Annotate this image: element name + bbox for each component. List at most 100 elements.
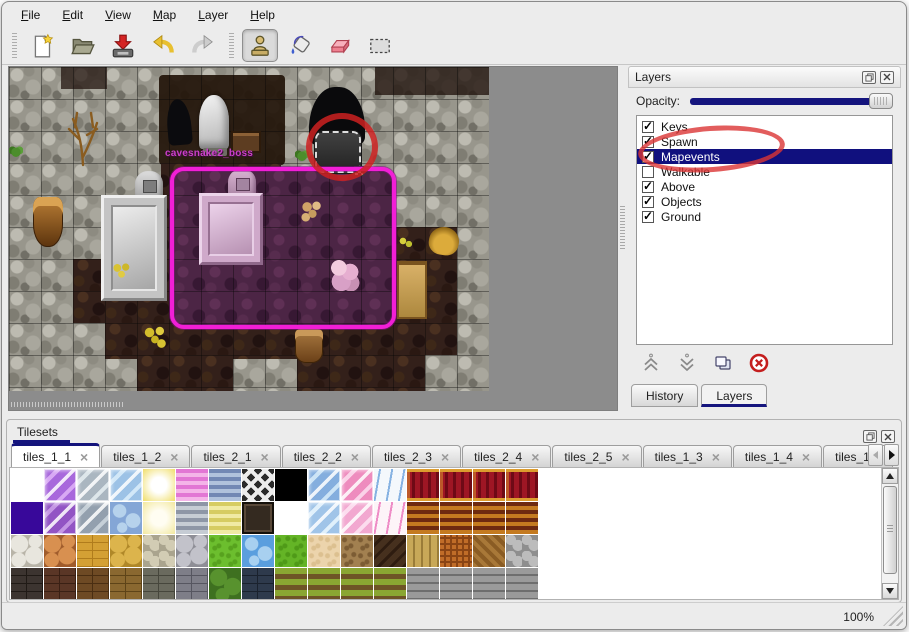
palette-tile[interactable] bbox=[44, 568, 76, 600]
map-tiles[interactable]: cavesnake2_boss bbox=[9, 67, 489, 391]
tileset-tab-tiles_2_2[interactable]: tiles_2_2× bbox=[282, 445, 371, 467]
close-tab-icon[interactable]: × bbox=[441, 452, 449, 462]
palette-tile[interactable] bbox=[341, 502, 373, 534]
tileset-scrollbar[interactable] bbox=[881, 468, 898, 599]
palette-tile[interactable] bbox=[341, 469, 373, 501]
palette-tile[interactable] bbox=[209, 535, 241, 567]
palette-tile[interactable] bbox=[77, 568, 109, 600]
scroll-down-button[interactable] bbox=[882, 583, 898, 599]
map-scroll-grip[interactable] bbox=[11, 402, 123, 407]
duplicate-layer-button[interactable] bbox=[712, 352, 734, 374]
panel-splitter[interactable] bbox=[618, 66, 628, 412]
layer-visibility-checkbox[interactable] bbox=[642, 211, 654, 223]
layer-row-above[interactable]: Above bbox=[637, 179, 892, 194]
palette-tile[interactable] bbox=[341, 535, 373, 567]
menu-item-view[interactable]: View bbox=[96, 5, 140, 25]
palette-tile[interactable] bbox=[110, 535, 142, 567]
stamp-tool-button[interactable] bbox=[242, 29, 278, 62]
palette-tile[interactable] bbox=[143, 502, 175, 534]
palette-tile[interactable] bbox=[242, 535, 274, 567]
palette-tile[interactable] bbox=[275, 469, 307, 501]
layer-visibility-checkbox[interactable] bbox=[642, 166, 654, 178]
dock-tab-layers[interactable]: Layers bbox=[701, 384, 767, 407]
palette-tile[interactable] bbox=[506, 535, 538, 567]
layer-visibility-checkbox[interactable] bbox=[642, 136, 654, 148]
layer-row-objects[interactable]: Objects bbox=[637, 194, 892, 209]
tileset-tab-tiles_2_3[interactable]: tiles_2_3× bbox=[372, 445, 461, 467]
tileset-tab-tiles_1_1[interactable]: tiles_1_1× bbox=[11, 443, 100, 467]
palette-tile[interactable] bbox=[11, 469, 43, 501]
layer-row-keys[interactable]: Keys bbox=[637, 119, 892, 134]
close-panel-icon[interactable] bbox=[880, 71, 894, 84]
close-tab-icon[interactable]: × bbox=[261, 452, 269, 462]
palette-tile[interactable] bbox=[11, 568, 43, 600]
tileset-tab-tiles_2_5[interactable]: tiles_2_5× bbox=[552, 445, 641, 467]
palette-tile[interactable] bbox=[308, 535, 340, 567]
menu-item-layer[interactable]: Layer bbox=[189, 5, 237, 25]
palette-tile[interactable] bbox=[473, 502, 505, 534]
palette-tile[interactable] bbox=[176, 568, 208, 600]
new-map-button[interactable] bbox=[25, 29, 61, 62]
palette-tile[interactable] bbox=[473, 568, 505, 600]
float-panel-icon[interactable] bbox=[862, 71, 876, 84]
palette-tile[interactable] bbox=[209, 502, 241, 534]
palette-tile[interactable] bbox=[143, 568, 175, 600]
opacity-slider-track[interactable] bbox=[690, 98, 891, 105]
eraser-tool-button[interactable] bbox=[322, 29, 358, 62]
close-panel-icon[interactable] bbox=[881, 430, 895, 443]
palette-tile[interactable] bbox=[110, 469, 142, 501]
palette-tile[interactable] bbox=[374, 469, 406, 501]
scroll-tabs-right-button[interactable] bbox=[884, 444, 899, 466]
palette-tile[interactable] bbox=[440, 502, 472, 534]
tileset-tab-tiles_2_1[interactable]: tiles_2_1× bbox=[191, 445, 280, 467]
palette-tile[interactable] bbox=[44, 502, 76, 534]
palette-tile[interactable] bbox=[44, 535, 76, 567]
event-region-border[interactable] bbox=[170, 167, 396, 329]
map-canvas[interactable]: cavesnake2_boss bbox=[8, 66, 618, 411]
menu-item-edit[interactable]: Edit bbox=[53, 5, 92, 25]
palette-tile[interactable] bbox=[44, 469, 76, 501]
palette-tile[interactable] bbox=[242, 469, 274, 501]
palette-tile[interactable] bbox=[506, 568, 538, 600]
layer-row-walkable[interactable]: Walkable bbox=[637, 164, 892, 179]
palette-tile[interactable] bbox=[176, 502, 208, 534]
palette-tile[interactable] bbox=[11, 535, 43, 567]
open-map-button[interactable] bbox=[65, 29, 101, 62]
float-panel-icon[interactable] bbox=[863, 430, 877, 443]
dock-tab-history[interactable]: History bbox=[631, 384, 698, 407]
palette-tile[interactable] bbox=[77, 469, 109, 501]
close-tab-icon[interactable]: × bbox=[351, 452, 359, 462]
palette-tile[interactable] bbox=[77, 502, 109, 534]
undo-button[interactable] bbox=[145, 29, 181, 62]
palette-tile[interactable] bbox=[308, 568, 340, 600]
palette-tile[interactable] bbox=[407, 469, 439, 501]
palette-tile[interactable] bbox=[374, 568, 406, 600]
tileset-tab-tiles_2_4[interactable]: tiles_2_4× bbox=[462, 445, 551, 467]
palette-tile[interactable] bbox=[473, 469, 505, 501]
close-tab-icon[interactable]: × bbox=[712, 452, 720, 462]
close-tab-icon[interactable]: × bbox=[170, 452, 178, 462]
scroll-tabs-left-button[interactable] bbox=[868, 444, 883, 466]
close-tab-icon[interactable]: × bbox=[531, 452, 539, 462]
delete-layer-button[interactable] bbox=[748, 352, 770, 374]
menu-item-help[interactable]: Help bbox=[241, 5, 284, 25]
layer-visibility-checkbox[interactable] bbox=[642, 181, 654, 193]
tileset-tab-tiles_1_4[interactable]: tiles_1_4× bbox=[733, 445, 822, 467]
tilesets-title-tab[interactable]: Tilesets bbox=[13, 423, 70, 443]
fill-tool-button[interactable] bbox=[282, 29, 318, 62]
layer-row-ground[interactable]: Ground bbox=[637, 209, 892, 224]
palette-tile[interactable] bbox=[110, 502, 142, 534]
toolbar-grip[interactable] bbox=[229, 33, 234, 59]
palette-tile[interactable] bbox=[242, 568, 274, 600]
palette-tile[interactable] bbox=[77, 535, 109, 567]
opacity-slider[interactable] bbox=[688, 93, 893, 109]
palette-tile[interactable] bbox=[275, 535, 307, 567]
layer-visibility-checkbox[interactable] bbox=[642, 151, 654, 163]
palette-tile[interactable] bbox=[506, 469, 538, 501]
palette-tile[interactable] bbox=[176, 535, 208, 567]
layer-visibility-checkbox[interactable] bbox=[642, 121, 654, 133]
raise-layer-button[interactable] bbox=[640, 352, 662, 374]
palette-tile[interactable] bbox=[440, 469, 472, 501]
layer-row-mapevents[interactable]: Mapevents bbox=[637, 149, 892, 164]
palette-tile[interactable] bbox=[308, 469, 340, 501]
